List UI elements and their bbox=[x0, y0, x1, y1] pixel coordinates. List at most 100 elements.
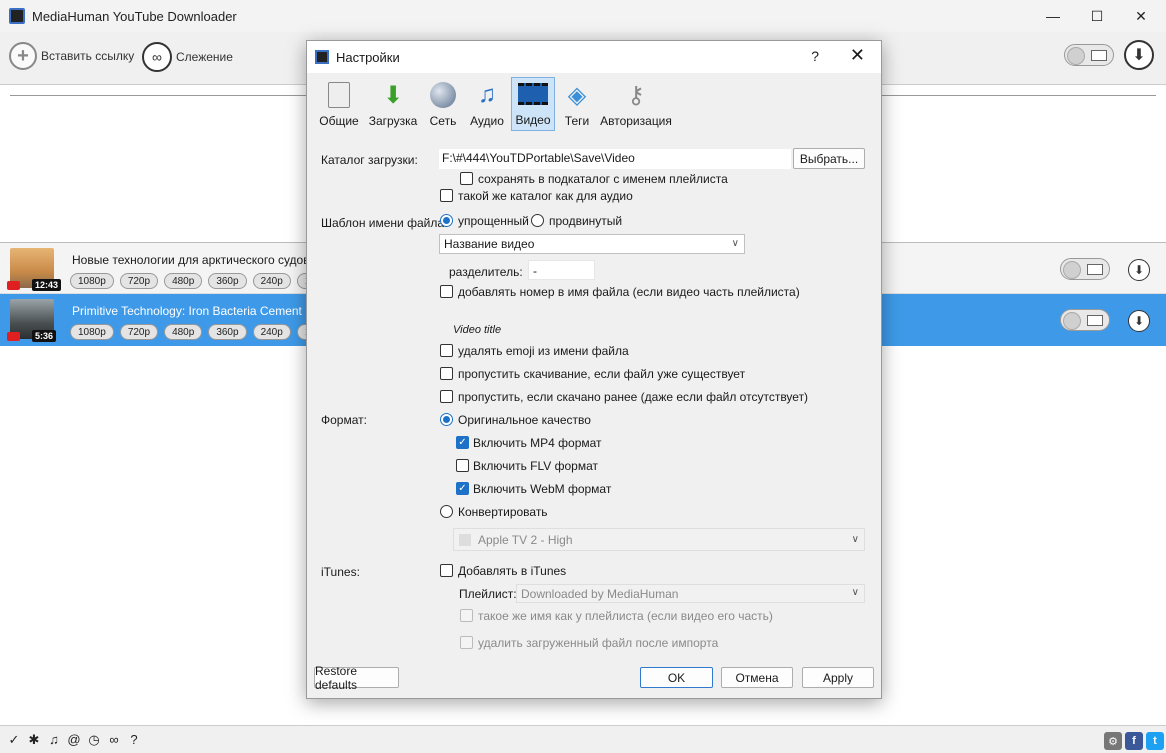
chevron-down-icon: ∨ bbox=[851, 587, 859, 598]
add-number-checkbox[interactable] bbox=[440, 285, 453, 298]
cancel-button[interactable]: Отмена bbox=[721, 667, 793, 688]
mp4-label: Включить MP4 формат bbox=[473, 436, 602, 450]
same-as-audio-checkbox[interactable] bbox=[440, 189, 453, 202]
tab-label: Авторизация bbox=[600, 114, 672, 128]
share-icon[interactable]: ⚙ bbox=[1104, 732, 1122, 750]
advanced-radio[interactable] bbox=[531, 214, 544, 227]
tracking-button[interactable]: ∞ Слежение bbox=[142, 42, 233, 72]
tab-general[interactable]: Общие bbox=[315, 77, 363, 131]
template-label: Шаблон имени файла: bbox=[321, 216, 448, 230]
preset-icon bbox=[459, 534, 471, 546]
separator-label: разделитель: bbox=[449, 265, 523, 279]
binoculars-small-icon[interactable]: ∞ bbox=[104, 732, 124, 747]
quality-chip[interactable]: 1080p bbox=[70, 273, 114, 289]
download-all-button[interactable]: ⬇ bbox=[1124, 40, 1154, 70]
dialog-icon bbox=[315, 50, 329, 64]
download-dir-field[interactable]: F:\#\444\YouTDPortable\Save\Video bbox=[439, 149, 791, 169]
help-icon[interactable]: ? bbox=[124, 732, 144, 747]
facebook-icon[interactable]: f bbox=[1125, 732, 1143, 750]
template-select[interactable]: Название видео ∨ bbox=[439, 234, 745, 254]
download-button[interactable]: ⬇ bbox=[1128, 259, 1150, 281]
ok-button[interactable]: OK bbox=[640, 667, 713, 688]
film-icon bbox=[1091, 50, 1107, 61]
dialog-title: Настройки bbox=[336, 49, 400, 65]
duration-badge: 12:43 bbox=[32, 279, 62, 291]
webm-label: Включить WebM формат bbox=[473, 482, 612, 496]
maximize-button[interactable]: ☐ bbox=[1074, 0, 1120, 32]
same-as-audio-label: такой же каталог как для аудио bbox=[458, 189, 633, 203]
clock-icon[interactable]: ◷ bbox=[84, 732, 104, 748]
snail-icon[interactable]: @ bbox=[64, 732, 84, 747]
row-mode-toggle[interactable] bbox=[1060, 309, 1110, 331]
download-arrow-icon: ⬇ bbox=[382, 81, 404, 109]
original-quality-radio[interactable] bbox=[440, 413, 453, 426]
simple-label: упрощенный bbox=[458, 214, 529, 228]
video-mode-toggle[interactable] bbox=[1064, 44, 1114, 66]
playlist-select[interactable]: Downloaded by MediaHuman ∨ bbox=[516, 584, 865, 603]
delete-after-checkbox[interactable] bbox=[460, 636, 473, 649]
chevron-down-icon: ∨ bbox=[851, 534, 859, 545]
tab-video[interactable]: Видео bbox=[511, 77, 555, 131]
dialog-close-button[interactable]: ✕ bbox=[850, 45, 865, 66]
quality-chip[interactable]: 480p bbox=[164, 324, 203, 340]
quality-chip[interactable]: 1080p bbox=[70, 324, 114, 340]
add-number-label: добавлять номер в имя файла (если видео … bbox=[458, 285, 800, 299]
mp4-checkbox[interactable]: ✓ bbox=[456, 436, 469, 449]
quality-chip[interactable]: 360p bbox=[208, 324, 247, 340]
quality-chip[interactable]: 360p bbox=[208, 273, 247, 289]
tab-audio[interactable]: ♫ Аудио bbox=[465, 77, 509, 131]
video-title: Primitive Technology: Iron Bacteria Ceme… bbox=[72, 304, 330, 318]
apply-button[interactable]: Apply bbox=[802, 667, 874, 688]
flv-checkbox[interactable] bbox=[456, 459, 469, 472]
film-icon bbox=[1087, 315, 1103, 326]
skip-downloaded-checkbox[interactable] bbox=[440, 390, 453, 403]
film-icon bbox=[518, 79, 548, 109]
advanced-label: продвинутый bbox=[549, 214, 623, 228]
remove-emoji-checkbox[interactable] bbox=[440, 344, 453, 357]
tab-authorization[interactable]: ⚷ Авторизация bbox=[599, 77, 673, 131]
paste-link-button[interactable]: + Вставить ссылку bbox=[9, 42, 134, 70]
tab-label: Сеть bbox=[429, 114, 457, 128]
minimize-button[interactable]: — bbox=[1030, 0, 1076, 32]
quality-chip[interactable]: 480p bbox=[164, 273, 203, 289]
quality-chip[interactable]: 720p bbox=[119, 273, 159, 289]
music-icon[interactable]: ♫ bbox=[44, 732, 64, 747]
convert-preset-select[interactable]: Apple TV 2 - High ∨ bbox=[453, 528, 865, 551]
skip-downloaded-label: пропустить, если скачано ранее (даже есл… bbox=[458, 390, 809, 404]
separator-field[interactable]: - bbox=[528, 260, 595, 280]
help-button[interactable]: ? bbox=[811, 48, 819, 64]
restore-defaults-button[interactable]: Restore defaults bbox=[314, 664, 399, 692]
clean-icon[interactable]: ✓ bbox=[4, 732, 24, 748]
quality-chip[interactable]: 240p bbox=[252, 324, 291, 340]
tab-network[interactable]: Сеть bbox=[423, 77, 463, 131]
save-subfolder-label: сохранять в подкаталог с именем плейлист… bbox=[478, 172, 728, 186]
webm-checkbox[interactable]: ✓ bbox=[456, 482, 469, 495]
gear-icon[interactable]: ✱ bbox=[24, 732, 44, 748]
save-subfolder-checkbox[interactable] bbox=[460, 172, 473, 185]
convert-radio[interactable] bbox=[440, 505, 453, 518]
settings-tabs: Общие ⬇ Загрузка Сеть ♫ Аудио Видео ◈ Те… bbox=[315, 77, 675, 131]
template-select-value: Название видео bbox=[444, 237, 535, 251]
globe-icon bbox=[428, 80, 458, 110]
same-name-checkbox[interactable] bbox=[460, 609, 473, 622]
skip-existing-checkbox[interactable] bbox=[440, 367, 453, 380]
download-dir-label: Каталог загрузки: bbox=[321, 153, 418, 167]
tab-download[interactable]: ⬇ Загрузка bbox=[365, 77, 421, 131]
download-button[interactable]: ⬇ bbox=[1128, 310, 1150, 332]
remove-emoji-label: удалять emoji из имени файла bbox=[458, 344, 629, 358]
quality-chip[interactable]: 720p bbox=[119, 324, 159, 340]
row-mode-toggle[interactable] bbox=[1060, 258, 1110, 280]
twitter-icon[interactable]: t bbox=[1146, 732, 1164, 750]
plus-icon: + bbox=[9, 42, 37, 70]
add-itunes-checkbox[interactable] bbox=[440, 564, 453, 577]
film-icon bbox=[1087, 264, 1103, 275]
playlist-label: Плейлист: bbox=[459, 587, 517, 601]
quality-chip[interactable]: 240p bbox=[252, 273, 291, 289]
close-button[interactable]: ✕ bbox=[1118, 0, 1164, 32]
music-note-icon: ♫ bbox=[478, 81, 496, 108]
delete-after-label: удалить загруженный файл после импорта bbox=[478, 636, 719, 650]
tab-tags[interactable]: ◈ Теги bbox=[557, 77, 597, 131]
browse-button[interactable]: Выбрать... bbox=[793, 148, 865, 169]
tag-icon: ◈ bbox=[567, 81, 587, 109]
simple-radio[interactable] bbox=[440, 214, 453, 227]
